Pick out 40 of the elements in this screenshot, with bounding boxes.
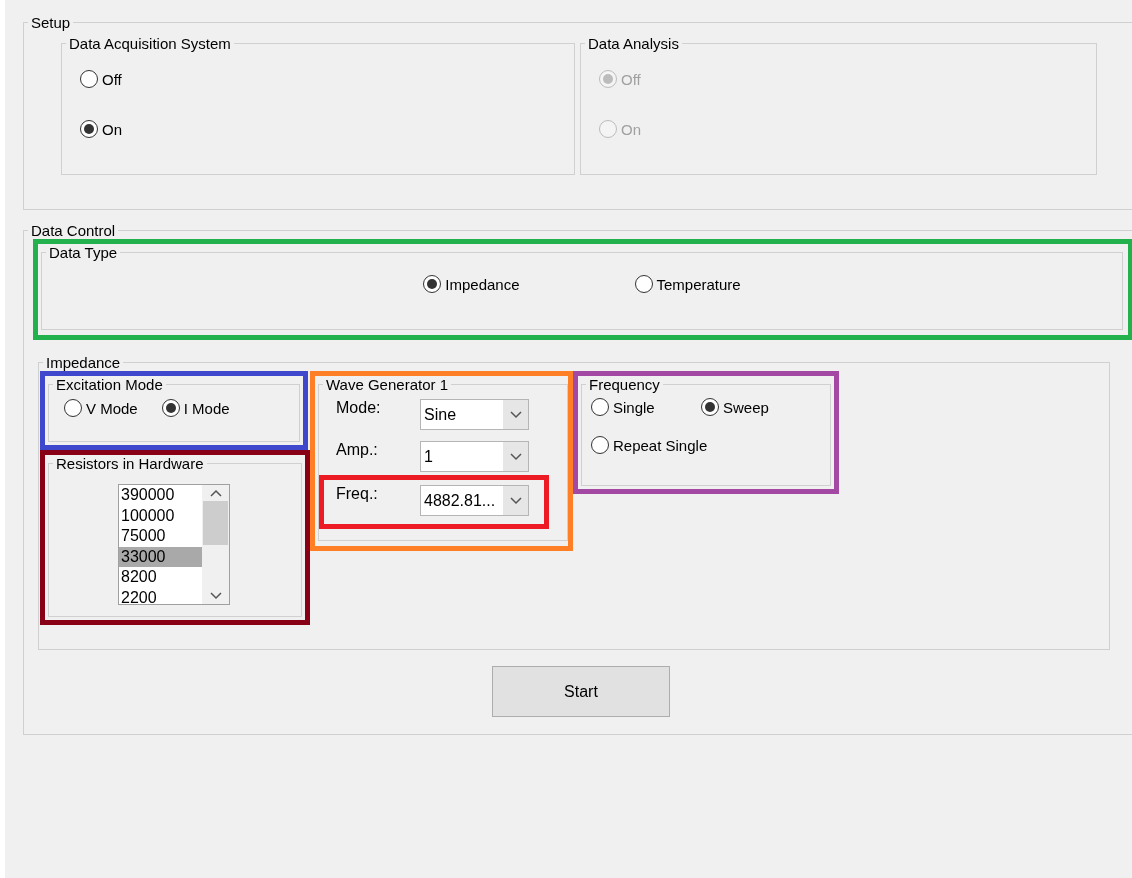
list-item[interactable]: 2200 [119, 587, 202, 604]
dropdown[interactable]: 1 [420, 441, 529, 472]
field-label: Mode: [336, 399, 382, 417]
group-title: Data Acquisition System [68, 35, 232, 52]
start-button[interactable]: Start [492, 666, 670, 717]
radio-button[interactable]: Single [591, 398, 655, 416]
radio-button[interactable]: On [80, 120, 122, 138]
radio-button[interactable]: V Mode [64, 399, 138, 417]
group-title: Excitation Mode [55, 376, 164, 393]
scrollbar[interactable] [202, 485, 229, 604]
list-item[interactable]: 390000 [119, 485, 202, 506]
group-title: Frequency [588, 376, 661, 393]
list-item[interactable]: 75000 [119, 526, 202, 547]
scrollbar-thumb[interactable] [203, 501, 228, 545]
radio-button[interactable]: Impedance [423, 275, 520, 293]
chevron-down-icon[interactable] [509, 452, 522, 461]
dropdown[interactable]: 4882.81... [420, 485, 529, 516]
group-title: Data Control [30, 222, 117, 239]
list-box[interactable]: 390000 100000 75000 33000 8200 2200 [118, 484, 230, 605]
group-title: Data Analysis [587, 35, 680, 52]
radio-button[interactable]: Temperature [634, 275, 741, 293]
field-label: Amp.: [336, 441, 379, 459]
radio-button[interactable]: I Mode [161, 399, 230, 417]
group-title: Impedance [45, 354, 122, 371]
radio-button[interactable]: Repeat Single [591, 436, 708, 454]
chevron-down-icon[interactable] [509, 410, 522, 419]
list-item[interactable]: 33000 [119, 546, 202, 567]
chevron-down-icon[interactable] [209, 592, 222, 600]
group-title: Data Type [48, 244, 119, 261]
dropdown[interactable]: Sine [420, 399, 529, 430]
list-item[interactable]: 8200 [119, 567, 202, 588]
chevron-up-icon[interactable] [209, 489, 222, 497]
radio-button[interactable]: Sweep [701, 398, 769, 416]
group-title: Wave Generator 1 [325, 376, 449, 393]
radio-button[interactable]: Off [80, 70, 122, 88]
group-title: Resistors in Hardware [55, 455, 205, 472]
group-title: Setup [30, 14, 72, 31]
chevron-down-icon[interactable] [509, 496, 522, 505]
list-item[interactable]: 100000 [119, 505, 202, 526]
field-label: Freq.: [336, 485, 379, 503]
